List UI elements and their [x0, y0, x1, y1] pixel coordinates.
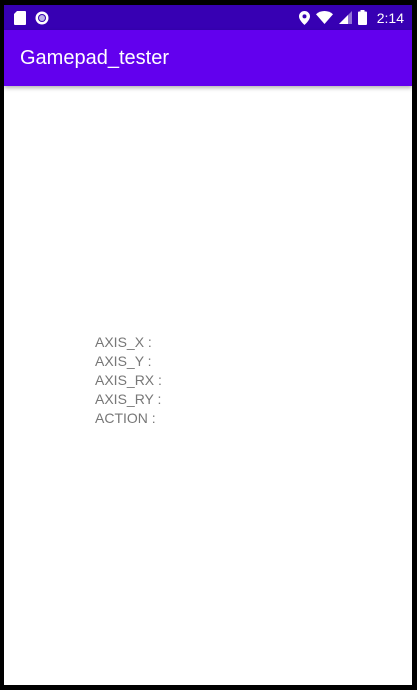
app-bar: Gamepad_tester — [4, 30, 412, 86]
sd-card-icon — [14, 10, 26, 25]
status-bar: 2:14 — [4, 5, 412, 30]
gamepad-readout: AXIS_X : AXIS_Y : AXIS_RX : AXIS_RY : AC… — [95, 333, 162, 428]
app-screen: 2:14 Gamepad_tester AXIS_X : AXIS_Y : AX… — [4, 5, 412, 685]
axis-rx-label: AXIS_RX : — [95, 372, 162, 388]
app-title: Gamepad_tester — [20, 47, 169, 69]
status-time: 2:14 — [376, 9, 404, 26]
wifi-icon — [315, 11, 333, 24]
location-icon — [298, 10, 310, 25]
action-label: ACTION : — [95, 410, 156, 426]
axis-x-label: AXIS_X : — [95, 334, 152, 350]
battery-icon — [357, 10, 367, 25]
circle-notification-icon — [35, 11, 49, 25]
signal-icon — [338, 11, 352, 24]
device-frame: 2:14 Gamepad_tester AXIS_X : AXIS_Y : AX… — [0, 0, 417, 690]
axis-ry-label: AXIS_RY : — [95, 391, 162, 407]
axis-y-label: AXIS_Y : — [95, 353, 152, 369]
